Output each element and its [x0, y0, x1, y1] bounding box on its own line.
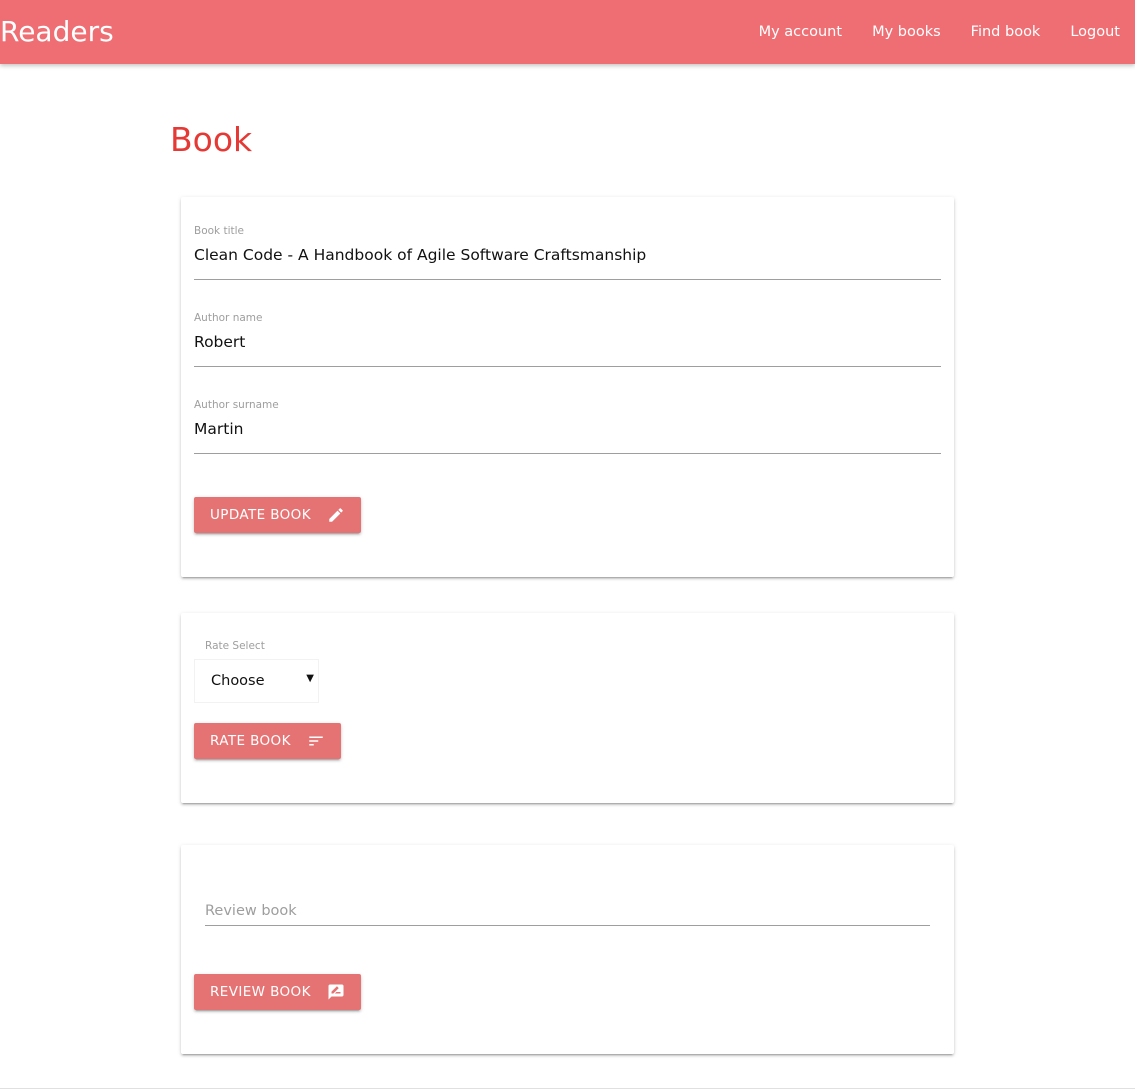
rate-select-value: Choose	[211, 673, 265, 689]
author-surname-underline	[194, 453, 941, 454]
review-book-label: Review book	[210, 984, 311, 1000]
book-title-underline	[194, 279, 941, 280]
top-navbar: Readers My account My books Find book Lo…	[0, 0, 1135, 64]
rate-book-card: Rate Select Choose ▼ Rate book	[181, 613, 954, 803]
nav-logout-link[interactable]: Logout	[1070, 24, 1120, 40]
update-book-label: Update book	[210, 507, 311, 523]
sort-icon	[309, 736, 323, 746]
update-book-button[interactable]: Update book	[194, 497, 361, 533]
book-title-input[interactable]	[194, 246, 941, 264]
page-title: Book	[170, 120, 253, 159]
footer-divider	[0, 1088, 1135, 1089]
book-title-label: Book title	[194, 225, 244, 237]
nav-links: My account My books Find book Logout	[729, 0, 1120, 64]
brand-logo[interactable]: Readers	[0, 14, 114, 50]
book-details-card: Book title Author name Author surname Up…	[181, 197, 954, 577]
nav-my-account-link[interactable]: My account	[759, 24, 842, 40]
rate-select[interactable]: Choose ▼	[194, 659, 319, 703]
nav-find-book-link[interactable]: Find book	[971, 24, 1041, 40]
author-surname-input[interactable]	[194, 420, 941, 438]
pencil-icon	[329, 508, 343, 522]
author-surname-label: Author surname	[194, 399, 279, 411]
rate-book-label: Rate book	[210, 733, 291, 749]
rate-select-label: Rate Select	[205, 640, 265, 652]
review-book-input[interactable]	[205, 896, 930, 926]
rate-book-button[interactable]: Rate book	[194, 723, 341, 759]
review-book-button[interactable]: Review book	[194, 974, 361, 1010]
dropdown-arrow-icon: ▼	[306, 673, 314, 684]
author-name-underline	[194, 366, 941, 367]
author-name-input[interactable]	[194, 333, 941, 351]
author-name-label: Author name	[194, 312, 263, 324]
rate-review-icon	[328, 984, 344, 1000]
review-book-card: Review book	[181, 845, 954, 1054]
nav-my-books-link[interactable]: My books	[872, 24, 941, 40]
